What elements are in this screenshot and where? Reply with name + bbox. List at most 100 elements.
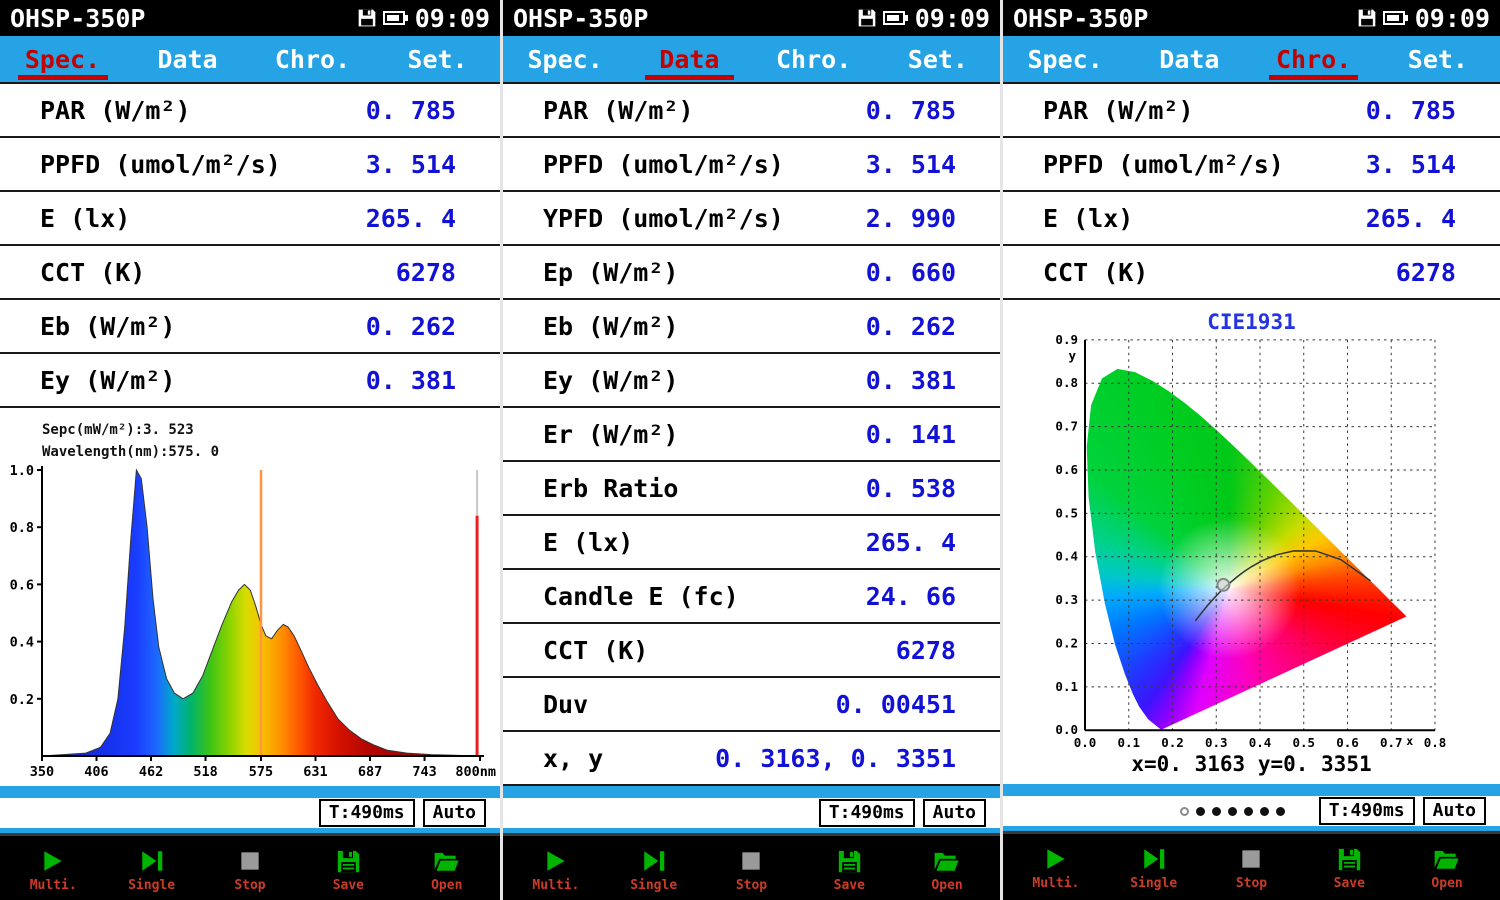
svg-text:Sepc(mW/m²):3. 523: Sepc(mW/m²):3. 523 — [42, 422, 194, 438]
tool-label: Stop — [1236, 876, 1267, 891]
tool-label: Multi. — [30, 878, 77, 893]
row-label: E (lx) — [40, 204, 130, 233]
toolbar: Multi. Single Stop Save Open — [1003, 831, 1500, 900]
stop-button[interactable]: Stop — [1219, 843, 1283, 891]
step-icon — [1141, 843, 1167, 875]
svg-text:0.1: 0.1 — [1117, 735, 1140, 750]
open-folder-icon — [933, 845, 961, 877]
data-row: Erb Ratio0. 538 — [503, 462, 1000, 516]
page-dot — [1180, 807, 1189, 816]
data-row: Ey (W/m²) 0. 381 — [503, 354, 1000, 408]
auto-mode-button[interactable]: Auto — [923, 799, 986, 827]
tool-label: Single — [1130, 876, 1177, 891]
tab-bar: Spec.DataChro.Set. — [0, 36, 500, 82]
row-value: 0. 660 — [866, 258, 956, 287]
svg-text:350: 350 — [30, 764, 54, 780]
row-value: 265. 4 — [866, 528, 956, 557]
data-row: E (lx)265. 4 — [1003, 192, 1500, 246]
tab-chro[interactable]: Chro. — [1252, 36, 1376, 82]
spectrum-chart[interactable]: Sepc(mW/m²):3. 523Wavelength(nm):575. 01… — [0, 408, 500, 786]
auto-mode-button[interactable]: Auto — [1423, 797, 1486, 825]
tab-spec[interactable]: Spec. — [503, 36, 627, 82]
tab-spec[interactable]: Spec. — [1003, 36, 1127, 82]
row-label: PAR (W/m²) — [1043, 96, 1194, 125]
save-button[interactable]: Save — [316, 845, 380, 893]
save-button[interactable]: Save — [1317, 843, 1381, 891]
tool-label: Save — [1334, 876, 1365, 891]
toolbar: Multi. Single Stop Save Open — [503, 833, 1000, 900]
row-value: 6278 — [896, 636, 956, 665]
battery-icon — [383, 10, 409, 26]
row-value: 0. 00451 — [836, 690, 956, 719]
single-button[interactable]: Single — [1122, 843, 1186, 891]
save-button[interactable]: Save — [817, 845, 881, 893]
tool-label: Open — [931, 878, 962, 893]
tool-label: Stop — [736, 878, 767, 893]
data-row: PAR (W/m²)0. 785 — [503, 84, 1000, 138]
svg-text:0.8: 0.8 — [10, 520, 34, 536]
row-value: 0. 381 — [866, 366, 956, 395]
accent-bar — [0, 786, 500, 798]
page-dot — [1244, 807, 1253, 816]
stop-button[interactable]: Stop — [719, 845, 783, 893]
tab-set[interactable]: Set. — [1376, 36, 1500, 82]
tab-chro[interactable]: Chro. — [752, 36, 876, 82]
tab-chro[interactable]: Chro. — [250, 36, 375, 82]
row-label: PPFD (umol/m²/s) — [1043, 150, 1284, 179]
data-row: E (lx)265. 4 — [503, 516, 1000, 570]
row-value: 24. 66 — [866, 582, 956, 611]
status-bar: OHSP-350P 09:09 — [1003, 0, 1500, 36]
svg-text:0.4: 0.4 — [1249, 735, 1272, 750]
auto-mode-button[interactable]: Auto — [423, 799, 486, 827]
single-button[interactable]: Single — [120, 845, 184, 893]
row-label: Er (W/m²) — [543, 420, 678, 449]
stop-icon — [1238, 843, 1264, 875]
svg-text:0.4: 0.4 — [10, 635, 34, 651]
svg-text:0.4: 0.4 — [1055, 549, 1078, 564]
multi-button[interactable]: Multi. — [21, 845, 85, 893]
device-screens: OHSP-350P 09:09 Spec.DataChro.Set. PAR (… — [0, 0, 1500, 900]
svg-text:406: 406 — [84, 764, 108, 780]
svg-text:0.3: 0.3 — [1205, 735, 1228, 750]
tab-data[interactable]: Data — [627, 36, 751, 82]
tab-data[interactable]: Data — [1127, 36, 1251, 82]
tab-set[interactable]: Set. — [876, 36, 1000, 82]
svg-text:Wavelength(nm):575. 0: Wavelength(nm):575. 0 — [42, 444, 219, 460]
multi-button[interactable]: Multi. — [524, 845, 588, 893]
open-button[interactable]: Open — [915, 845, 979, 893]
single-button[interactable]: Single — [622, 845, 686, 893]
svg-text:462: 462 — [139, 764, 163, 780]
data-row: E (lx)265. 4 — [0, 192, 500, 246]
row-value: 265. 4 — [1366, 204, 1456, 233]
measurement-table: PAR (W/m²)0. 785PPFD (umol/m²/s)3. 514E … — [0, 82, 500, 408]
row-label: Ey (W/m²) — [543, 366, 678, 395]
battery-icon — [1383, 10, 1409, 26]
data-row: Eb (W/m²)0. 262 — [503, 300, 1000, 354]
page-dot — [1260, 807, 1269, 816]
svg-text:0.6: 0.6 — [1336, 735, 1359, 750]
tool-label: Single — [128, 878, 175, 893]
status-bar: OHSP-350P 09:09 — [503, 0, 1000, 36]
play-icon — [1043, 843, 1069, 875]
timing-row: T:490ms Auto — [1003, 796, 1500, 826]
multi-button[interactable]: Multi. — [1024, 843, 1088, 891]
save-icon — [1336, 843, 1363, 875]
row-label: x, y — [543, 744, 603, 773]
accent-bar — [503, 786, 1000, 798]
svg-text:0.3: 0.3 — [1055, 592, 1078, 607]
open-button[interactable]: Open — [1415, 843, 1479, 891]
data-row: PPFD (umol/m²/s)3. 514 — [0, 138, 500, 192]
open-button[interactable]: Open — [415, 845, 479, 893]
svg-text:0.2: 0.2 — [10, 692, 34, 708]
stop-icon — [738, 845, 764, 877]
row-value: 0. 785 — [366, 96, 456, 125]
tab-spec[interactable]: Spec. — [0, 36, 125, 82]
accent-bar — [1003, 784, 1500, 796]
device-title: OHSP-350P — [513, 4, 648, 33]
play-icon — [40, 845, 66, 877]
tab-data[interactable]: Data — [125, 36, 250, 82]
tab-set[interactable]: Set. — [375, 36, 500, 82]
measurement-table: PAR (W/m²)0. 785PPFD (umol/m²/s)3. 514E … — [1003, 82, 1500, 300]
stop-button[interactable]: Stop — [218, 845, 282, 893]
row-label: Erb Ratio — [543, 474, 678, 503]
